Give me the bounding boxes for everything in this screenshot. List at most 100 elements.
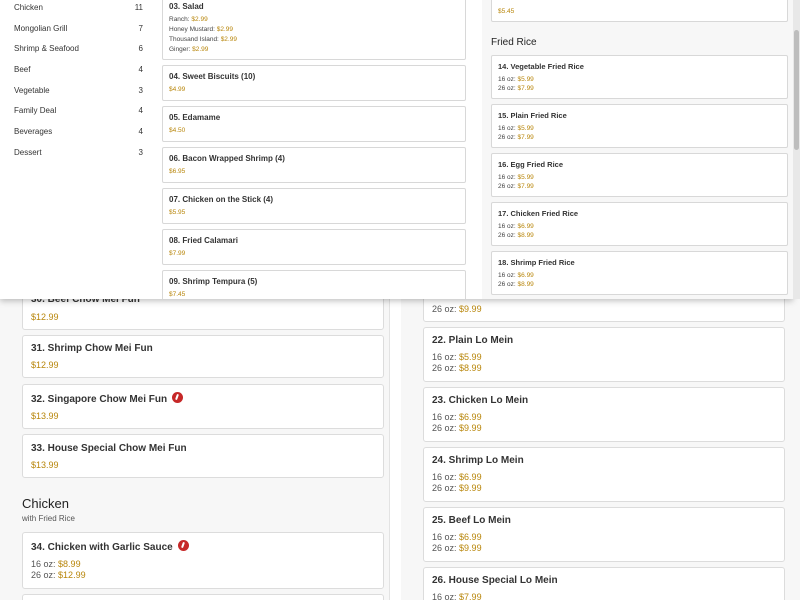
menu-item-card-shrimp-fried-rice[interactable]: 18. Shrimp Fried Rice 16 oz: $6.99 26 oz… [491,251,788,295]
menu-item-title: 31. Shrimp Chow Mei Fun [31,343,153,354]
category-item-beverages[interactable]: Beverages 4 [14,127,144,141]
menu-item-card-chicken-garlic-sauce[interactable]: 34. Chicken with Garlic Sauce 16 oz: $8.… [22,532,384,589]
menu-item-card-beef-lo-mein[interactable]: 25. Beef Lo Mein 16 oz: $6.99 26 oz: $9.… [423,507,785,562]
menu-overlay-panel: Chicken 11 Mongolian Grill 7 Shrimp & Seaf… [0,0,793,299]
menu-item-price: $13.99 [31,411,59,421]
section-title-fried-rice: Fried Rice [491,37,537,48]
menu-item-title: 15. Plain Fried Rice [498,111,567,120]
category-count: 11 [134,3,143,12]
menu-item-price-16oz: 16 oz: $6.99 [432,532,482,542]
menu-item-card-shrimp-lo-mein[interactable]: 24. Shrimp Lo Mein 16 oz: $6.99 26 oz: $… [423,447,785,502]
menu-item-price-16oz: 16 oz: $5.99 [498,76,534,83]
menu-item-price: $4.50 [169,127,186,134]
menu-item-price-26oz: 26 oz: $9.99 [432,423,482,433]
menu-item-price-26oz: 26 oz: $8.99 [498,281,534,288]
menu-item-title: 26. House Special Lo Mein [432,575,558,586]
menu-item-price-16oz: 16 oz: $6.99 [498,272,534,279]
menu-item-title: 33. House Special Chow Mei Fun [31,443,187,454]
menu-item-title: 03. Salad [169,2,204,11]
menu-item-card-fried-calamari[interactable]: 08. Fried Calamari $7.99 [162,229,466,265]
menu-item-title: 16. Egg Fried Rice [498,160,564,169]
menu-item-card-shrimp-tempura[interactable]: 09. Shrimp Tempura (5) $7.45 [162,270,466,299]
menu-item-card-chicken-on-the-stick[interactable]: 07. Chicken on the Stick (4) $5.95 [162,188,466,224]
menu-item-card-house-special-lo-mein[interactable]: 26. House Special Lo Mein 16 oz: $7.99 [423,567,785,600]
menu-item-price-16oz: 16 oz: $6.99 [498,223,534,230]
menu-item-title: 05. Edamame [169,113,221,122]
chili-pepper-icon [177,540,189,551]
menu-item-card-edamame[interactable]: 05. Edamame $4.50 [162,106,466,142]
menu-item-price-26oz: 26 oz: $9.99 [432,483,482,493]
menu-item-card-shrimp-chow-mei-fun[interactable]: 31. Shrimp Chow Mei Fun $12.99 [22,335,384,378]
menu-item-price: $13.99 [31,460,59,470]
menu-item-price-26oz: 26 oz: $7.99 [498,85,534,92]
menu-item-price-16oz: 16 oz: $5.99 [498,125,534,132]
category-count: 7 [138,24,143,33]
menu-item-price-16oz: 16 oz: $8.99 [31,559,81,569]
chili-pepper-icon [172,392,184,403]
category-item-beef[interactable]: Beef 4 [14,65,144,79]
menu-item-card-previous[interactable]: $5.45 [491,0,788,22]
menu-item-card-egg-fried-rice[interactable]: 16. Egg Fried Rice 16 oz: $5.99 26 oz: $… [491,153,788,197]
section-title-chicken: Chicken [22,496,69,511]
menu-item-price-26oz: 26 oz: $12.99 [31,570,86,580]
menu-item-card-plain-fried-rice[interactable]: 15. Plain Fried Rice 16 oz: $5.99 26 oz:… [491,104,788,148]
appetizer-list: 03. Salad Ranch: $2.99 Honey Mustard: $2… [162,0,467,299]
menu-item-card-chicken-fried-rice[interactable]: 17. Chicken Fried Rice 16 oz: $6.99 26 o… [491,202,788,246]
menu-item-card-sweet-biscuits[interactable]: 04. Sweet Biscuits (10) $4.99 [162,65,466,101]
menu-item-title: 14. Vegetable Fried Rice [498,62,584,71]
menu-item-card-salad[interactable]: 03. Salad Ranch: $2.99 Honey Mustard: $2… [162,0,466,60]
menu-item-price: $6.95 [169,168,186,175]
scrollbar-thumb[interactable] [794,30,799,150]
section-subtitle-chicken: with Fried Rice [22,514,75,523]
menu-item-title: 22. Plain Lo Mein [432,335,514,346]
menu-item-title: 17. Chicken Fried Rice [498,209,579,218]
category-count: 6 [138,44,143,53]
menu-item-card-vegetable-fried-rice[interactable]: 14. Vegetable Fried Rice 16 oz: $5.99 26… [491,55,788,99]
menu-item-title: 08. Fried Calamari [169,236,238,245]
menu-item-price-16oz: 16 oz: $5.99 [498,174,534,181]
menu-item-price: $7.99 [169,250,186,257]
menu-item-price: $5.45 [498,8,515,15]
category-item-family-deal[interactable]: Family Deal 4 [14,106,144,120]
category-item-mongolian-grill[interactable]: Mongolian Grill 7 [14,24,144,38]
category-count: 4 [138,127,143,136]
menu-item-price-16oz: 16 oz: $7.99 [432,592,482,600]
menu-item-title: 09. Shrimp Tempura (5) [169,277,258,286]
category-count: 3 [138,148,143,157]
category-count: 3 [138,86,143,95]
menu-item-price-16oz: 16 oz: $6.99 [432,412,482,422]
menu-item-price: $7.45 [169,291,186,298]
salad-option-ginger: Ginger: $2.99 [169,46,209,53]
category-item-shrimp-seafood[interactable]: Shrimp & Seafood 6 [14,44,144,58]
menu-item-title: 32. Singapore Chow Mei Fun [31,392,184,405]
category-sidebar: Chicken 11 Mongolian Grill 7 Shrimp & Seaf… [0,0,152,299]
menu-item-card-house-special-chow-mei-fun[interactable]: 33. House Special Chow Mei Fun $13.99 [22,434,384,478]
menu-item-card-singapore-chow-mei-fun[interactable]: 32. Singapore Chow Mei Fun $13.99 [22,384,384,429]
menu-item-price: $12.99 [31,312,59,322]
overlay-scrollbar[interactable] [793,0,800,299]
salad-option-ranch: Ranch: $2.99 [169,16,208,23]
menu-item-card-plain-lo-mein[interactable]: 22. Plain Lo Mein 16 oz: $5.99 26 oz: $8… [423,327,785,382]
category-item-chicken[interactable]: Chicken 11 [14,3,144,17]
menu-item-card-bacon-wrapped-shrimp[interactable]: 06. Bacon Wrapped Shrimp (4) $6.95 [162,147,466,183]
menu-item-title: 06. Bacon Wrapped Shrimp (4) [169,154,285,163]
menu-item-card-next[interactable] [22,594,384,600]
menu-item-card-chicken-lo-mein[interactable]: 23. Chicken Lo Mein 16 oz: $6.99 26 oz: … [423,387,785,442]
menu-item-price-16oz: 16 oz: $5.99 [432,352,482,362]
menu-item-price-26oz: 26 oz: $9.99 [432,543,482,553]
fried-rice-panel: $5.45 Fried Rice 14. Vegetable Fried Ric… [482,0,793,299]
menu-item-price-26oz: 26 oz: $8.99 [432,363,482,373]
salad-option-thousand-island: Thousand Island: $2.99 [169,36,237,43]
menu-item-title: 04. Sweet Biscuits (10) [169,72,256,81]
salad-option-honey-mustard: Honey Mustard: $2.99 [169,26,233,33]
menu-item-price: $5.95 [169,209,186,216]
category-item-dessert[interactable]: Dessert 3 [14,148,144,162]
menu-item-title: 25. Beef Lo Mein [432,515,511,526]
menu-item-title: 23. Chicken Lo Mein [432,395,529,406]
menu-item-price-16oz: 16 oz: $6.99 [432,472,482,482]
menu-item-price: $12.99 [31,360,59,370]
menu-item-title: 18. Shrimp Fried Rice [498,258,575,267]
menu-item-price-26oz: 26 oz: $7.99 [498,183,534,190]
category-item-vegetable[interactable]: Vegetable 3 [14,86,144,100]
menu-item-title: 34. Chicken with Garlic Sauce [31,540,189,553]
